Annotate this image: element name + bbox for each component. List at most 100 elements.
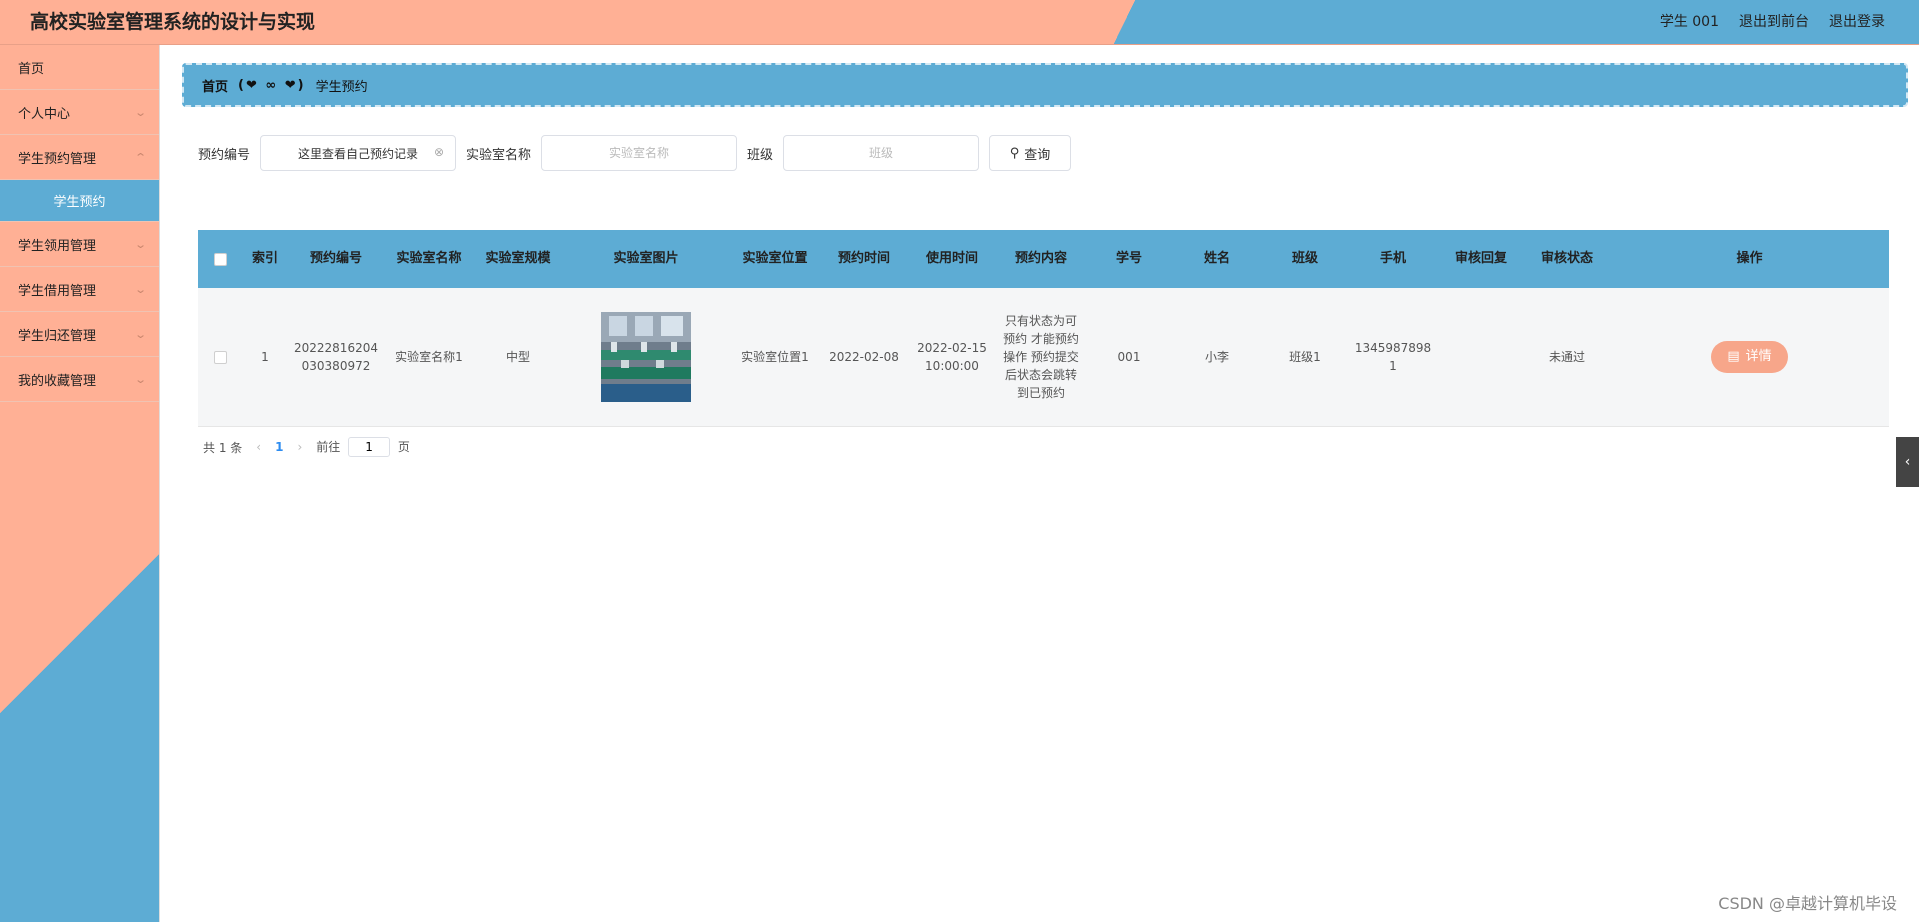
sidebar-item-favorites-management[interactable]: 我的收藏管理 ⌄	[0, 357, 159, 402]
search-icon: ⚲	[1009, 145, 1020, 161]
column-header: 索引	[251, 251, 278, 266]
breadcrumb-home[interactable]: 首页	[202, 76, 228, 95]
total-count: 共 1 条	[203, 440, 243, 455]
pagination: 共 1 条 ‹ 1 › 前往 页	[203, 437, 410, 457]
sidebar-item-label: 学生领用管理	[18, 238, 97, 254]
lab-photo-image	[601, 312, 691, 402]
column-header: 审核回复	[1454, 251, 1507, 266]
sidebar-item-borrow-management[interactable]: 学生借用管理 ⌄	[0, 267, 159, 312]
goto-group: 前往 页	[316, 437, 410, 457]
column-header: 学号	[1115, 251, 1142, 266]
cell-status: 未通过	[1548, 350, 1585, 364]
chevron-down-icon: ⌄	[133, 105, 147, 119]
chevron-left-icon: ‹	[1904, 454, 1911, 470]
cell-lab-image	[562, 288, 730, 426]
cell-use-time: 2022-02-15 10:00:00	[917, 341, 987, 373]
booking-no-label: 预约编号	[198, 147, 251, 163]
column-header: 姓名	[1203, 251, 1230, 266]
booking-table: 索引 预约编号 实验室名称 实验室规模 实验室图片 实验室位置 预约时间 使用时…	[198, 230, 1889, 427]
chevron-down-icon: ⌄	[133, 282, 147, 296]
lab-name-input[interactable]	[541, 135, 738, 171]
column-header: 审核状态	[1540, 251, 1593, 266]
collapse-panel-tab[interactable]: ‹	[1896, 437, 1919, 487]
search-bar: 预约编号 ⊗ 实验室名称 班级 ⚲ 查询	[198, 135, 1072, 171]
column-header: 预约编号	[309, 251, 362, 266]
column-header: 实验室图片	[613, 251, 679, 266]
sidebar-item-label: 学生借用管理	[18, 283, 97, 299]
column-header: 手机	[1379, 251, 1406, 266]
cell-actions: ▤ 详情	[1610, 288, 1889, 426]
goto-label: 前往	[316, 440, 341, 454]
document-icon: ▤	[1727, 349, 1740, 364]
header-select-all	[198, 230, 242, 288]
cell-content: 只有状态为可预约 才能预约操作 预约提交后状态会跳转到已预约	[1003, 314, 1079, 400]
cell-name: 小李	[1204, 350, 1229, 364]
cell-class: 班级1	[1289, 350, 1321, 364]
cell-index: 1	[261, 350, 269, 364]
logout-link[interactable]: 退出登录	[1829, 11, 1885, 31]
sidebar-item-label: 我的收藏管理	[18, 373, 97, 389]
column-header: 预约时间	[837, 251, 890, 266]
lab-photo[interactable]	[601, 312, 691, 402]
column-header: 班级	[1291, 251, 1318, 266]
class-label: 班级	[747, 147, 774, 163]
top-header: 高校实验室管理系统的设计与实现 学生 001 退出到前台 退出登录	[0, 0, 1919, 45]
page-number[interactable]: 1	[275, 440, 283, 454]
sidebar-item-label: 学生预约	[53, 195, 106, 210]
breadcrumb-separator: (❤ ∞ ❤)	[238, 77, 306, 93]
column-header: 实验室位置	[742, 251, 808, 266]
header-links: 学生 001 退出到前台 退出登录	[1660, 11, 1885, 31]
sidebar-item-receive-management[interactable]: 学生领用管理 ⌄	[0, 222, 159, 267]
column-header: 使用时间	[925, 251, 978, 266]
booking-no-input[interactable]	[260, 135, 457, 171]
cell-phone: 13459878981	[1354, 341, 1432, 373]
sidebar-item-home[interactable]: 首页	[0, 45, 159, 90]
sidebar-subitem-student-booking[interactable]: 学生预约	[0, 180, 159, 222]
lab-name-label: 实验室名称	[466, 147, 532, 163]
breadcrumb-current: 学生预约	[315, 79, 368, 95]
chevron-up-icon: ⌃	[133, 150, 147, 164]
column-header: 实验室名称	[396, 251, 462, 266]
sidebar-item-label: 学生归还管理	[18, 328, 97, 344]
query-button-label: 查询	[1024, 147, 1051, 163]
clear-icon[interactable]: ⊗	[434, 145, 444, 159]
chevron-down-icon: ⌄	[133, 237, 147, 251]
main-content: 首页 (❤ ∞ ❤) 学生预约 预约编号 ⊗ 实验室名称 班级 ⚲ 查询 索引 …	[160, 45, 1919, 922]
watermark: CSDN @卓越计算机毕设	[1718, 894, 1897, 913]
row-select-cell	[198, 288, 242, 426]
sidebar-item-return-management[interactable]: 学生归还管理 ⌄	[0, 312, 159, 357]
sidebar-item-label: 学生预约管理	[18, 151, 97, 167]
prev-page-icon[interactable]: ‹	[256, 440, 261, 454]
detail-button[interactable]: ▤ 详情	[1711, 341, 1788, 373]
detail-button-label: 详情	[1745, 349, 1772, 364]
column-header: 实验室规模	[485, 251, 551, 266]
current-user: 学生 001	[1659, 14, 1719, 30]
chevron-down-icon: ⌄	[133, 372, 147, 386]
query-button[interactable]: ⚲ 查询	[989, 135, 1072, 171]
sidebar-item-profile[interactable]: 个人中心 ⌄	[0, 90, 159, 135]
column-header: 预约内容	[1014, 251, 1067, 266]
cell-booking-time: 2022-02-08	[829, 350, 899, 364]
cell-student-no: 001	[1117, 350, 1141, 364]
table-header: 索引 预约编号 实验室名称 实验室规模 实验室图片 实验室位置 预约时间 使用时…	[198, 230, 1889, 288]
app-title: 高校实验室管理系统的设计与实现	[30, 11, 316, 33]
next-page-icon[interactable]: ›	[297, 440, 302, 454]
cell-lab-scale: 中型	[505, 350, 530, 364]
select-all-checkbox[interactable]	[213, 252, 227, 266]
exit-to-front-link[interactable]: 退出到前台	[1739, 11, 1809, 31]
page-suffix: 页	[397, 440, 410, 454]
cell-lab-location: 实验室位置1	[741, 350, 809, 364]
class-input[interactable]	[783, 135, 980, 171]
sidebar-item-label: 首页	[18, 61, 45, 77]
booking-no-input-wrap: ⊗	[260, 135, 466, 171]
row-checkbox[interactable]	[213, 350, 227, 364]
breadcrumb: 首页 (❤ ∞ ❤) 学生预约	[182, 63, 1908, 107]
sidebar-item-booking-management[interactable]: 学生预约管理 ⌃	[0, 135, 159, 180]
cell-booking-no: 20222816204030380972	[294, 341, 378, 373]
cell-reply	[1438, 288, 1524, 426]
chevron-down-icon: ⌄	[133, 327, 147, 341]
sidebar: 首页 个人中心 ⌄ 学生预约管理 ⌃ 学生预约 学生领用管理 ⌄ 学生借用管理 …	[0, 45, 160, 922]
cell-lab-name: 实验室名称1	[395, 350, 463, 364]
goto-page-input[interactable]	[348, 437, 391, 457]
table-row[interactable]: 1 20222816204030380972 实验室名称1 中型 实验室位置1 …	[198, 288, 1889, 427]
